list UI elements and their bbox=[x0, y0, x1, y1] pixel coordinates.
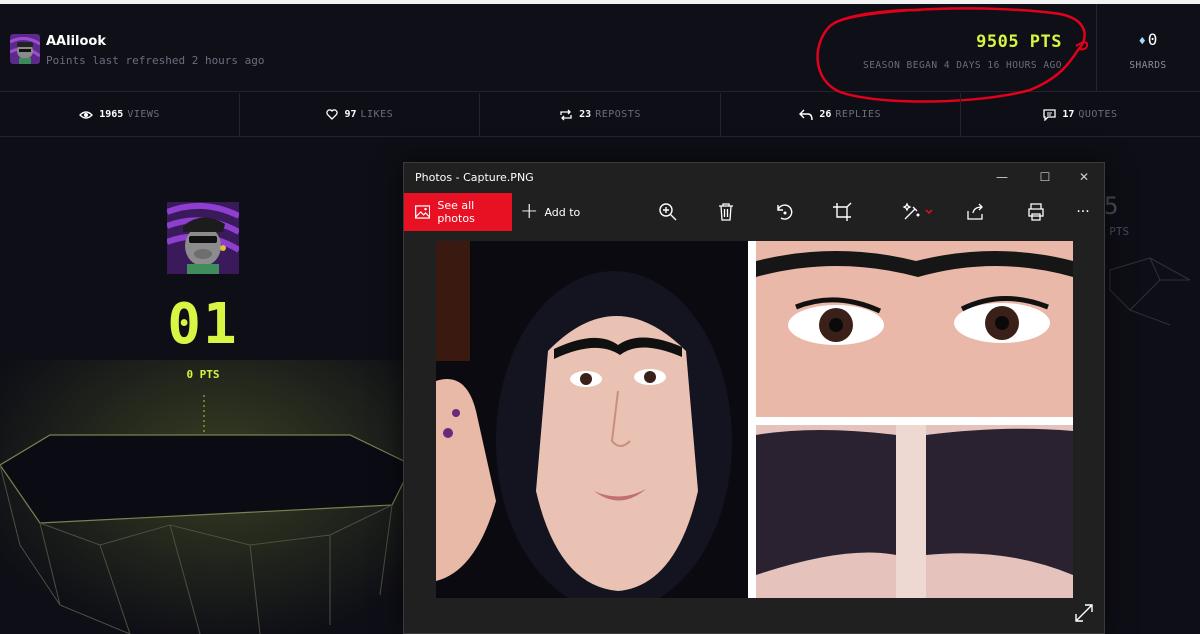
window-title: Photos - Capture.PNG bbox=[415, 171, 534, 184]
gallery-icon bbox=[415, 205, 431, 219]
stat-reposts[interactable]: 23 REPOSTS bbox=[480, 93, 721, 136]
rank-number: 01 bbox=[167, 292, 239, 357]
displayed-photo bbox=[436, 241, 1073, 598]
stat-value: 17 bbox=[1062, 109, 1075, 120]
close-button[interactable]: ✕ bbox=[1076, 169, 1092, 185]
photos-app-window[interactable]: Photos - Capture.PNG — ☐ ✕ See all photo… bbox=[403, 162, 1105, 634]
stat-value: 26 bbox=[819, 109, 832, 120]
chevron-down-icon[interactable] bbox=[923, 201, 935, 223]
expand-icon[interactable] bbox=[1074, 603, 1094, 623]
stat-label: QUOTES bbox=[1078, 109, 1118, 120]
stat-label: VIEWS bbox=[127, 109, 160, 120]
photo-pane-eyes bbox=[756, 241, 1073, 417]
more-options-icon[interactable]: ··· bbox=[1072, 201, 1094, 223]
next-rank-number: 5 bbox=[1104, 192, 1119, 220]
zoom-icon[interactable] bbox=[657, 201, 679, 223]
stat-label: REPOSTS bbox=[595, 109, 641, 120]
stat-replies[interactable]: 26 REPLIES bbox=[721, 93, 961, 136]
repost-icon bbox=[560, 109, 572, 120]
crop-icon[interactable] bbox=[831, 201, 853, 223]
see-all-label: See all photos bbox=[437, 199, 475, 225]
photo-pane-brow-closeup bbox=[756, 425, 1073, 598]
stat-views[interactable]: 1965 VIEWS bbox=[0, 93, 241, 136]
delete-icon[interactable] bbox=[715, 201, 737, 223]
stat-value: 1965 bbox=[99, 109, 124, 120]
minimize-button[interactable]: — bbox=[994, 169, 1010, 185]
print-icon[interactable] bbox=[1025, 201, 1047, 223]
stat-label: REPLIES bbox=[835, 109, 882, 120]
rotate-icon[interactable] bbox=[773, 201, 795, 223]
reply-icon bbox=[799, 109, 814, 120]
podium-gem bbox=[0, 395, 413, 634]
share-icon[interactable] bbox=[965, 201, 987, 223]
maximize-button[interactable]: ☐ bbox=[1037, 169, 1053, 185]
second-podium bbox=[1109, 257, 1191, 326]
add-to-label: Add to bbox=[544, 205, 581, 219]
see-all-photos-button[interactable]: See all photos bbox=[404, 193, 512, 231]
plus-icon: + bbox=[520, 199, 539, 224]
stat-label: LIKES bbox=[360, 109, 394, 120]
quote-icon bbox=[1043, 108, 1056, 121]
photo-pane-left bbox=[436, 241, 748, 598]
stats-bar: 1965 VIEWS 97 LIKES 23 REPOSTS 26 REPLIE… bbox=[0, 93, 1200, 137]
edit-effects-icon[interactable] bbox=[901, 201, 923, 223]
photos-toolbar: See all photos + Add to ··· bbox=[404, 193, 1104, 231]
stat-likes[interactable]: 97 LIKES bbox=[240, 93, 481, 136]
heart-icon bbox=[326, 109, 339, 120]
rank-points: 0 PTS bbox=[186, 368, 220, 381]
stat-quotes[interactable]: 17 QUOTES bbox=[961, 93, 1200, 136]
stat-value: 23 bbox=[579, 109, 592, 120]
leader-avatar[interactable] bbox=[167, 202, 239, 274]
add-to-button[interactable]: + Add to bbox=[520, 193, 580, 231]
stat-value: 97 bbox=[344, 109, 357, 120]
eye-icon bbox=[79, 110, 94, 119]
